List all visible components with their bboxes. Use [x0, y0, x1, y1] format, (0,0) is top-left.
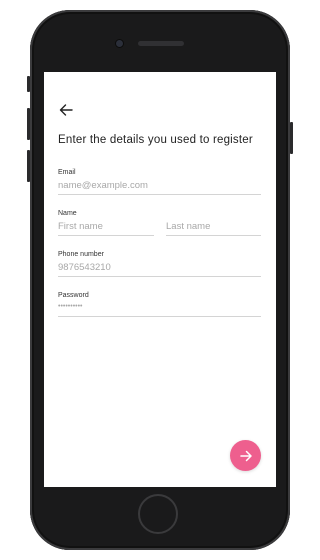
phone-input[interactable]	[58, 262, 261, 277]
arrow-left-icon	[59, 104, 73, 116]
last-name-input[interactable]	[166, 221, 261, 236]
email-field-group: Email	[58, 169, 261, 195]
volume-up-button	[27, 108, 30, 140]
name-row	[58, 221, 261, 236]
name-label: Name	[58, 210, 77, 217]
earpiece-speaker	[138, 41, 184, 46]
front-camera	[116, 40, 123, 47]
name-field-group: Name	[58, 210, 261, 236]
phone-frame: Enter the details you used to register E…	[27, 10, 293, 550]
app-screen: Enter the details you used to register E…	[44, 72, 276, 487]
password-field-group: Password	[58, 292, 261, 317]
next-button[interactable]	[230, 440, 261, 471]
home-button[interactable]	[138, 494, 178, 534]
mute-switch	[27, 76, 30, 92]
arrow-right-icon	[239, 450, 252, 461]
page-title: Enter the details you used to register	[58, 134, 253, 146]
email-input[interactable]	[58, 180, 261, 195]
power-button	[290, 122, 293, 154]
volume-down-button	[27, 150, 30, 182]
phone-field-group: Phone number	[58, 251, 261, 277]
back-button[interactable]	[58, 102, 74, 118]
email-label: Email	[58, 169, 76, 176]
phone-label: Phone number	[58, 251, 104, 258]
first-name-input[interactable]	[58, 221, 154, 236]
password-label: Password	[58, 292, 89, 299]
password-input[interactable]	[58, 303, 261, 317]
